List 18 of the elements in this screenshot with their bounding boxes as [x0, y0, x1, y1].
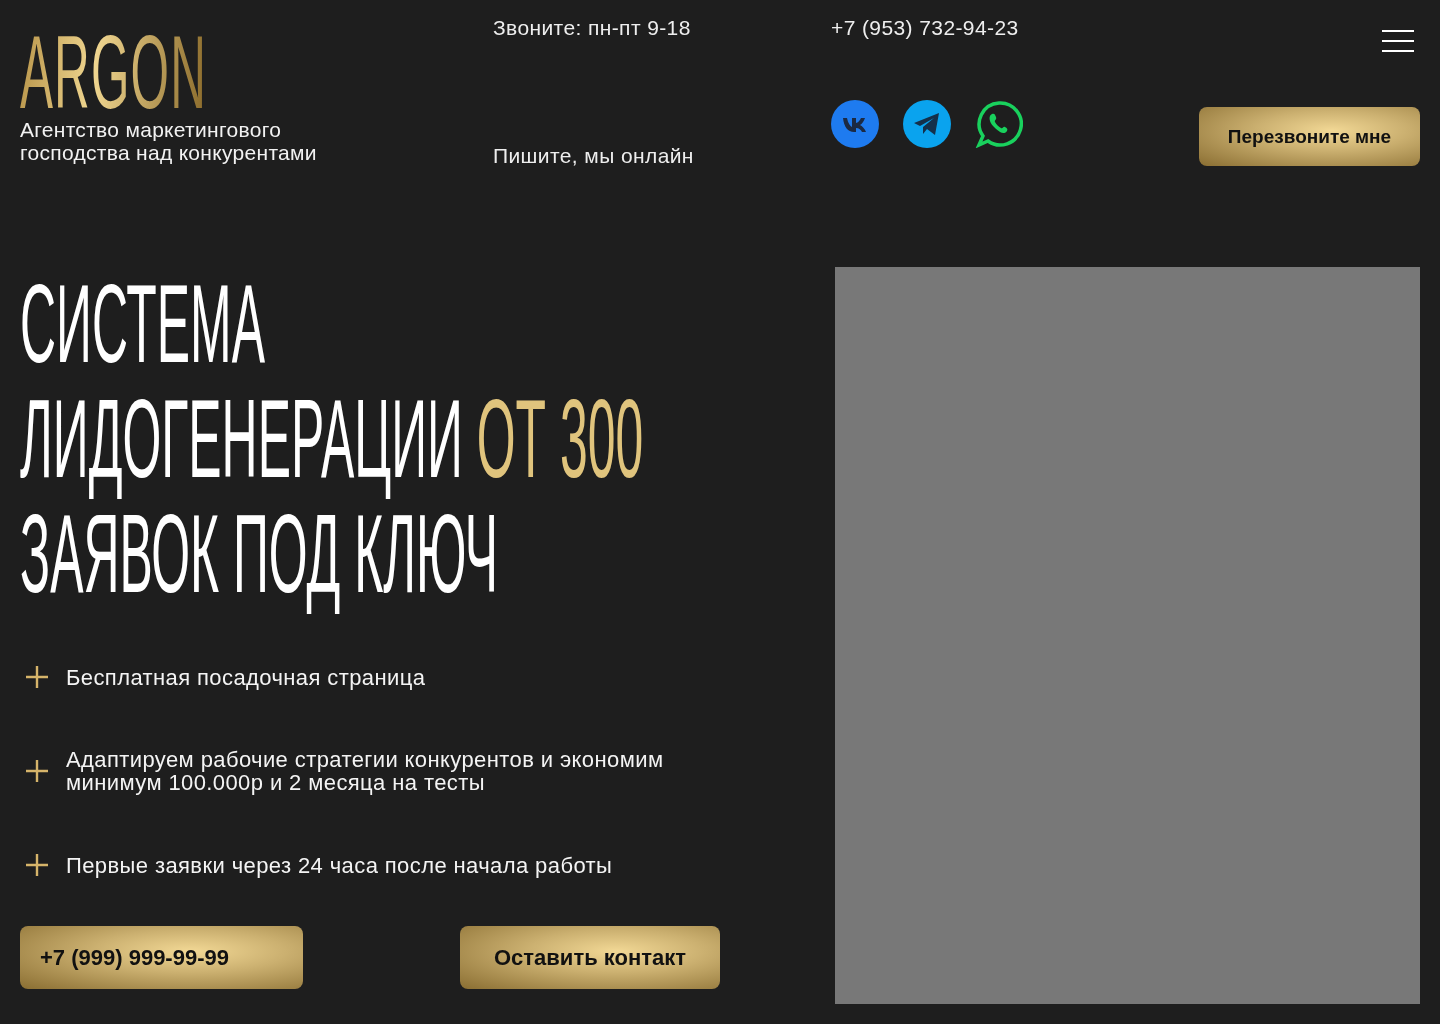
whatsapp-icon[interactable]	[975, 100, 1023, 148]
submit-button[interactable]: Оставить контакт	[460, 926, 720, 989]
telegram-icon[interactable]	[903, 100, 951, 148]
benefit-text: Первые заявки через 24 часа после начала работы	[66, 853, 613, 877]
hero-heading: СИСТЕМА ЛИДОГЕНЕРАЦИИОТ 300 ЗАЯВОК ПОД КЛЮЧ	[20, 267, 644, 612]
callback-button[interactable]: Перезвоните мне	[1199, 107, 1420, 166]
online-note: Пишите, мы онлайн	[493, 144, 695, 168]
plus-icon	[26, 666, 48, 688]
tagline: Агентство маркетингового господства над конкурентами	[20, 118, 318, 164]
plus-icon	[26, 760, 48, 782]
benefit-text: Бесплатная посадочная страница	[66, 665, 426, 689]
plus-icon	[26, 854, 48, 876]
vk-icon[interactable]	[831, 100, 879, 148]
benefit-text: Адаптируем рабочие стратегии конкурентов и экономим минимум 100.000р и 2 месяца на тесты	[66, 748, 665, 794]
working-hours: Звоните: пн-пт 9-18	[493, 16, 692, 40]
menu-icon[interactable]	[1382, 30, 1414, 52]
phone-field[interactable]: +7 (999) 999-99-99	[20, 926, 303, 989]
phone-link[interactable]: +7 (953) 732-94-23	[831, 16, 1191, 40]
